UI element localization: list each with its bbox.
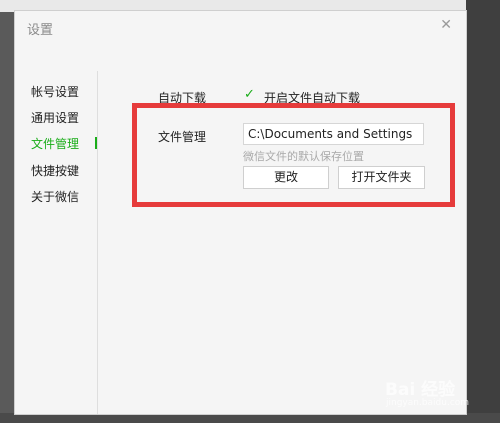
close-icon[interactable]: ✕ bbox=[440, 17, 452, 33]
active-indicator bbox=[95, 137, 97, 149]
save-path-input[interactable] bbox=[243, 123, 424, 145]
watermark-url: jingyan.baidu.com bbox=[386, 398, 470, 408]
save-path-hint: 微信文件的默认保存位置 bbox=[243, 150, 364, 163]
settings-sidebar: 帐号设置 通用设置 文件管理 快捷按键 关于微信 bbox=[15, 71, 98, 414]
auto-download-label: 自动下载 bbox=[158, 91, 207, 105]
sidebar-item-account[interactable]: 帐号设置 bbox=[31, 83, 79, 100]
auto-download-checkbox[interactable]: ✓ bbox=[244, 88, 257, 101]
watermark-logo: Bai 经验 bbox=[385, 380, 456, 400]
change-path-button[interactable]: 更改 bbox=[243, 166, 329, 189]
window-title: 设置 bbox=[27, 23, 54, 38]
file-management-label: 文件管理 bbox=[158, 130, 207, 144]
auto-download-checkbox-label[interactable]: 开启文件自动下载 bbox=[264, 89, 360, 106]
settings-window: 设置 ✕ 帐号设置 通用设置 文件管理 快捷按键 关于微信 自动下载 ✓ 开启文… bbox=[14, 10, 467, 415]
background-strip-right bbox=[466, 0, 500, 423]
sidebar-item-general[interactable]: 通用设置 bbox=[31, 109, 79, 126]
open-folder-button[interactable]: 打开文件夹 bbox=[338, 166, 425, 189]
sidebar-item-file-management[interactable]: 文件管理 bbox=[31, 135, 79, 152]
sidebar-item-about[interactable]: 关于微信 bbox=[31, 188, 79, 205]
sidebar-item-shortcuts[interactable]: 快捷按键 bbox=[31, 162, 79, 179]
checkmark-icon: ✓ bbox=[244, 87, 255, 102]
